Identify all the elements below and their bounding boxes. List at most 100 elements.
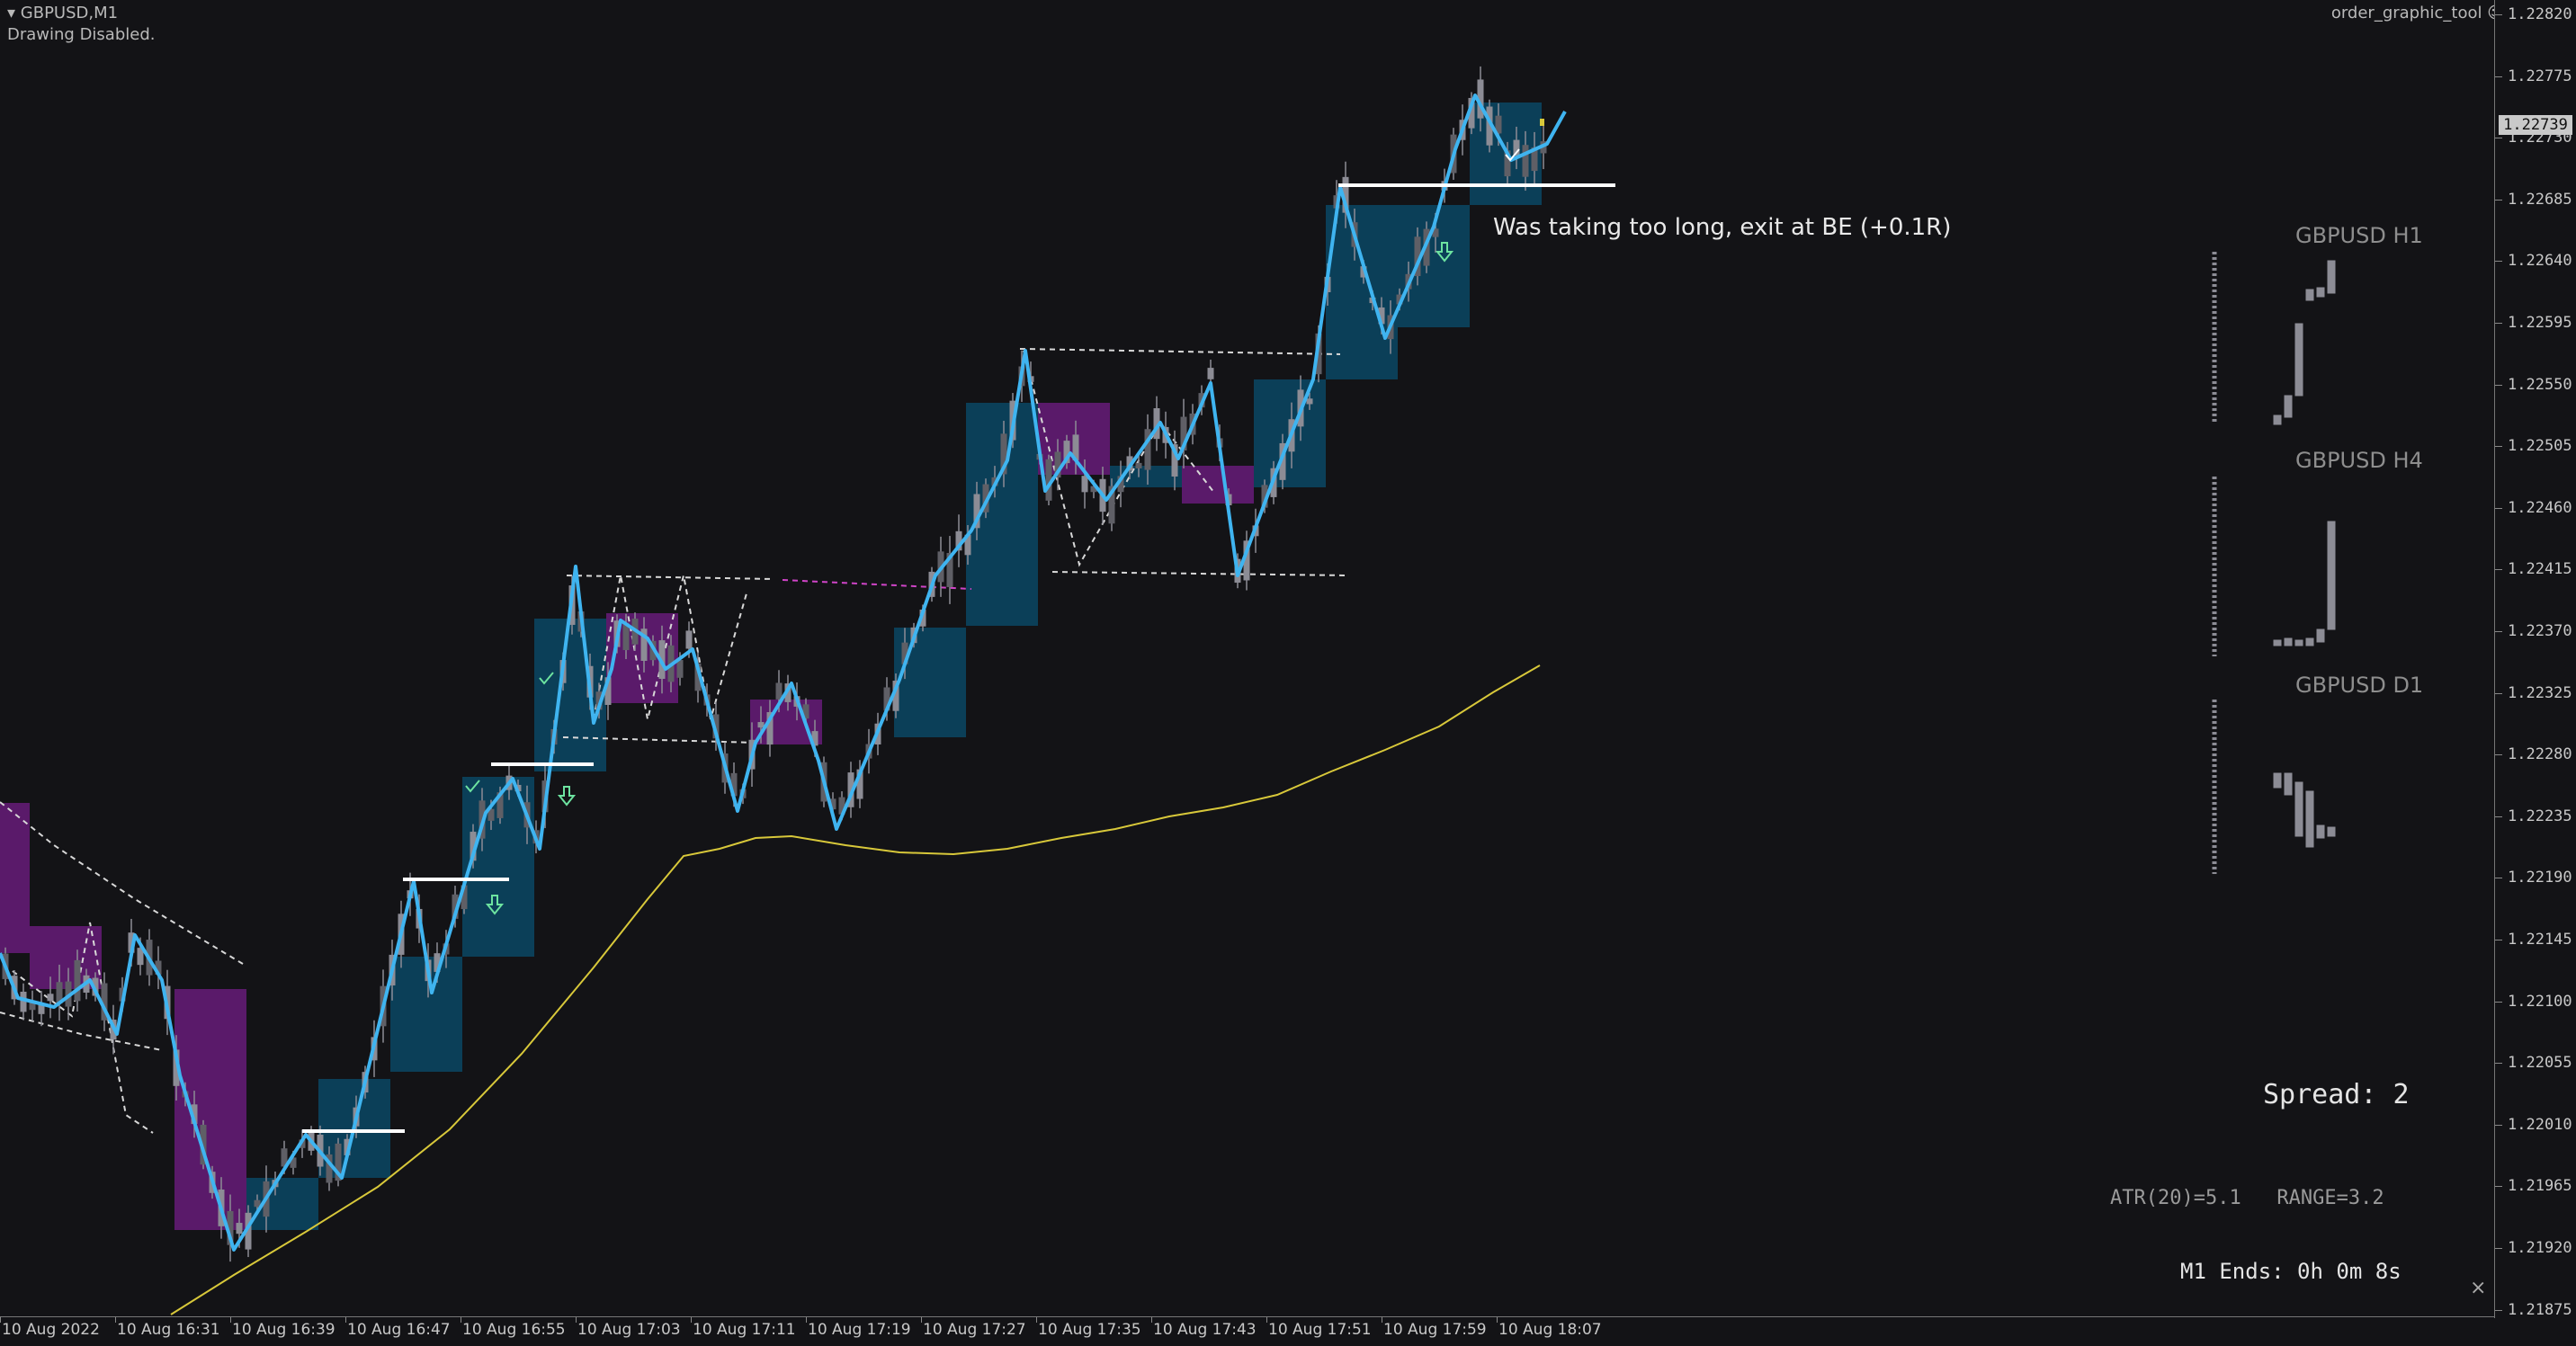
time-tick bbox=[921, 1317, 922, 1323]
spread-readout: Spread: 2 bbox=[2263, 1079, 2410, 1110]
price-tick bbox=[2495, 323, 2502, 324]
price-tick bbox=[2495, 384, 2502, 386]
order-boxes bbox=[0, 103, 1542, 1230]
price-tick bbox=[2495, 631, 2502, 632]
current-bar-marker bbox=[1540, 119, 1544, 126]
mini-chart-label-h4: GBPUSD H4 bbox=[2295, 448, 2423, 473]
time-tick bbox=[1151, 1317, 1152, 1323]
price-label: 1.22595 bbox=[2508, 314, 2572, 332]
price-label: 1.21875 bbox=[2508, 1300, 2572, 1319]
price-label: 1.22730 bbox=[2508, 129, 2572, 147]
price-tick bbox=[2495, 816, 2502, 817]
time-label: 10 Aug 18:07 bbox=[1498, 1321, 1602, 1339]
price-label: 1.22100 bbox=[2508, 992, 2572, 1011]
price-tick bbox=[2495, 446, 2502, 448]
price-label: 1.22820 bbox=[2508, 5, 2572, 23]
price-label: 1.21965 bbox=[2508, 1177, 2572, 1196]
moving-average-line bbox=[170, 664, 1541, 1315]
price-label: 1.22775 bbox=[2508, 67, 2572, 85]
candle-body bbox=[236, 1223, 243, 1235]
time-label: 10 Aug 2022 bbox=[2, 1321, 100, 1339]
price-tick bbox=[2495, 507, 2502, 509]
time-tick bbox=[1266, 1317, 1267, 1323]
time-label: 10 Aug 16:55 bbox=[462, 1321, 566, 1339]
time-axis[interactable]: 10 Aug 2022 10 Aug 16:31 10 Aug 16:39 10 Au… bbox=[0, 1316, 2495, 1346]
candle-body bbox=[775, 682, 783, 700]
price-label: 1.21920 bbox=[2508, 1239, 2572, 1257]
price-tick bbox=[2495, 1063, 2502, 1065]
bull-box bbox=[1326, 205, 1398, 379]
mini-chart-label-h1: GBPUSD H1 bbox=[2295, 223, 2423, 248]
arrow-up-icon bbox=[557, 786, 577, 807]
price-label: 1.22640 bbox=[2508, 252, 2572, 271]
time-label: 10 Aug 16:39 bbox=[232, 1321, 335, 1339]
price-chart-canvas[interactable] bbox=[0, 0, 2576, 1345]
time-label: 10 Aug 17:03 bbox=[577, 1321, 681, 1339]
price-label: 1.22370 bbox=[2508, 622, 2572, 640]
bull-box bbox=[534, 619, 606, 771]
price-label: 1.22460 bbox=[2508, 498, 2572, 517]
price-tick bbox=[2495, 1186, 2502, 1188]
candle-body bbox=[676, 660, 684, 678]
order-graphic-tool-label[interactable]: order_graphic_tool ☺ bbox=[2331, 4, 2504, 22]
price-tick bbox=[2495, 76, 2502, 77]
price-label: 1.22325 bbox=[2508, 683, 2572, 702]
bear-box bbox=[0, 803, 30, 953]
bear-box bbox=[174, 989, 246, 1230]
price-axis[interactable]: 1.22739 1.22820 1.22775 1.22730 1.22685 1.22… bbox=[2494, 0, 2576, 1319]
time-tick bbox=[806, 1317, 807, 1323]
time-tick bbox=[230, 1317, 231, 1323]
symbol-title[interactable]: ▾ GBPUSD,M1 bbox=[7, 4, 118, 22]
candle-body bbox=[74, 959, 81, 1002]
trade-annotation: Was taking too long, exit at BE (+0.1R) bbox=[1493, 214, 1952, 241]
price-tick bbox=[2495, 754, 2502, 756]
time-tick bbox=[115, 1317, 116, 1323]
time-tick bbox=[1036, 1317, 1037, 1323]
mini-timeframe-charts bbox=[2212, 252, 2336, 874]
price-label: 1.22190 bbox=[2508, 869, 2572, 887]
price-label: 1.22415 bbox=[2508, 560, 2572, 579]
price-tick bbox=[2495, 1124, 2502, 1126]
price-label: 1.22010 bbox=[2508, 1115, 2572, 1134]
price-tick bbox=[2495, 261, 2502, 263]
price-label: 1.22685 bbox=[2508, 190, 2572, 209]
candle-body bbox=[685, 630, 693, 649]
price-label: 1.22550 bbox=[2508, 375, 2572, 394]
mini-chart-label-d1: GBPUSD D1 bbox=[2295, 673, 2424, 698]
time-label: 10 Aug 17:43 bbox=[1153, 1321, 1257, 1339]
time-tick bbox=[691, 1317, 692, 1323]
price-tick bbox=[2495, 1001, 2502, 1003]
price-label: 1.22280 bbox=[2508, 745, 2572, 764]
candle-body bbox=[20, 991, 27, 1012]
time-label: 10 Aug 16:47 bbox=[347, 1321, 451, 1339]
time-label: 10 Aug 17:35 bbox=[1038, 1321, 1141, 1339]
bear-box bbox=[1182, 466, 1254, 504]
price-label: 1.22145 bbox=[2508, 931, 2572, 949]
drawing-status: Drawing Disabled. bbox=[7, 25, 156, 44]
price-label: 1.22055 bbox=[2508, 1054, 2572, 1073]
price-tick bbox=[2495, 199, 2502, 201]
time-tick bbox=[1497, 1317, 1498, 1323]
time-tick bbox=[345, 1317, 346, 1323]
candle-body bbox=[1522, 145, 1529, 177]
atr-range-readout: ATR(20)=5.1 RANGE=3.2 bbox=[2110, 1187, 2384, 1209]
crosshair-icon[interactable]: ⨯ bbox=[2470, 1277, 2486, 1299]
price-tick bbox=[2495, 569, 2502, 571]
price-tick bbox=[2495, 692, 2502, 694]
candle-body bbox=[47, 994, 54, 1002]
price-label: 1.22235 bbox=[2508, 807, 2572, 825]
candle-body bbox=[1135, 462, 1142, 468]
price-tick bbox=[2495, 14, 2502, 15]
time-label: 10 Aug 17:59 bbox=[1383, 1321, 1487, 1339]
candle-body bbox=[1081, 476, 1088, 493]
candle-body bbox=[1207, 368, 1214, 379]
time-label: 10 Aug 16:31 bbox=[117, 1321, 220, 1339]
time-label: 10 Aug 17:27 bbox=[923, 1321, 1026, 1339]
price-tick bbox=[2495, 1248, 2502, 1249]
time-label: 10 Aug 17:51 bbox=[1268, 1321, 1372, 1339]
triangle-down-icon[interactable]: ▾ bbox=[7, 4, 15, 22]
price-label: 1.22505 bbox=[2508, 437, 2572, 456]
time-tick bbox=[576, 1317, 577, 1323]
time-label: 10 Aug 17:11 bbox=[693, 1321, 796, 1339]
price-tick bbox=[2495, 1309, 2502, 1311]
